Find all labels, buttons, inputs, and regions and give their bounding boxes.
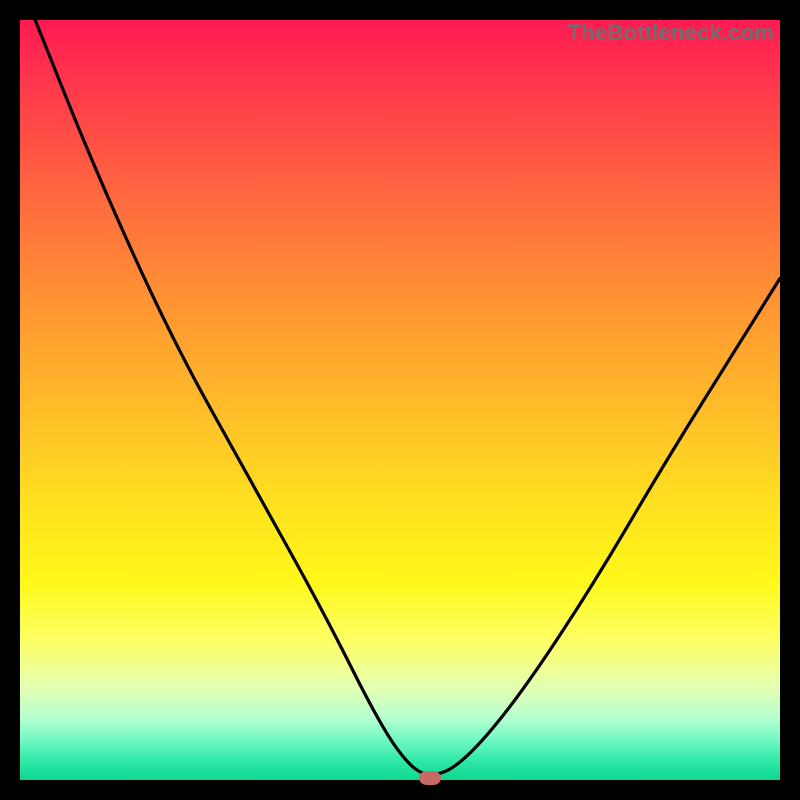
bottleneck-curve — [35, 20, 780, 774]
optimal-point-marker — [419, 771, 441, 785]
curve-svg — [20, 20, 780, 780]
plot-area: TheBottleneck.com — [20, 20, 780, 780]
chart-frame: TheBottleneck.com — [0, 0, 800, 800]
